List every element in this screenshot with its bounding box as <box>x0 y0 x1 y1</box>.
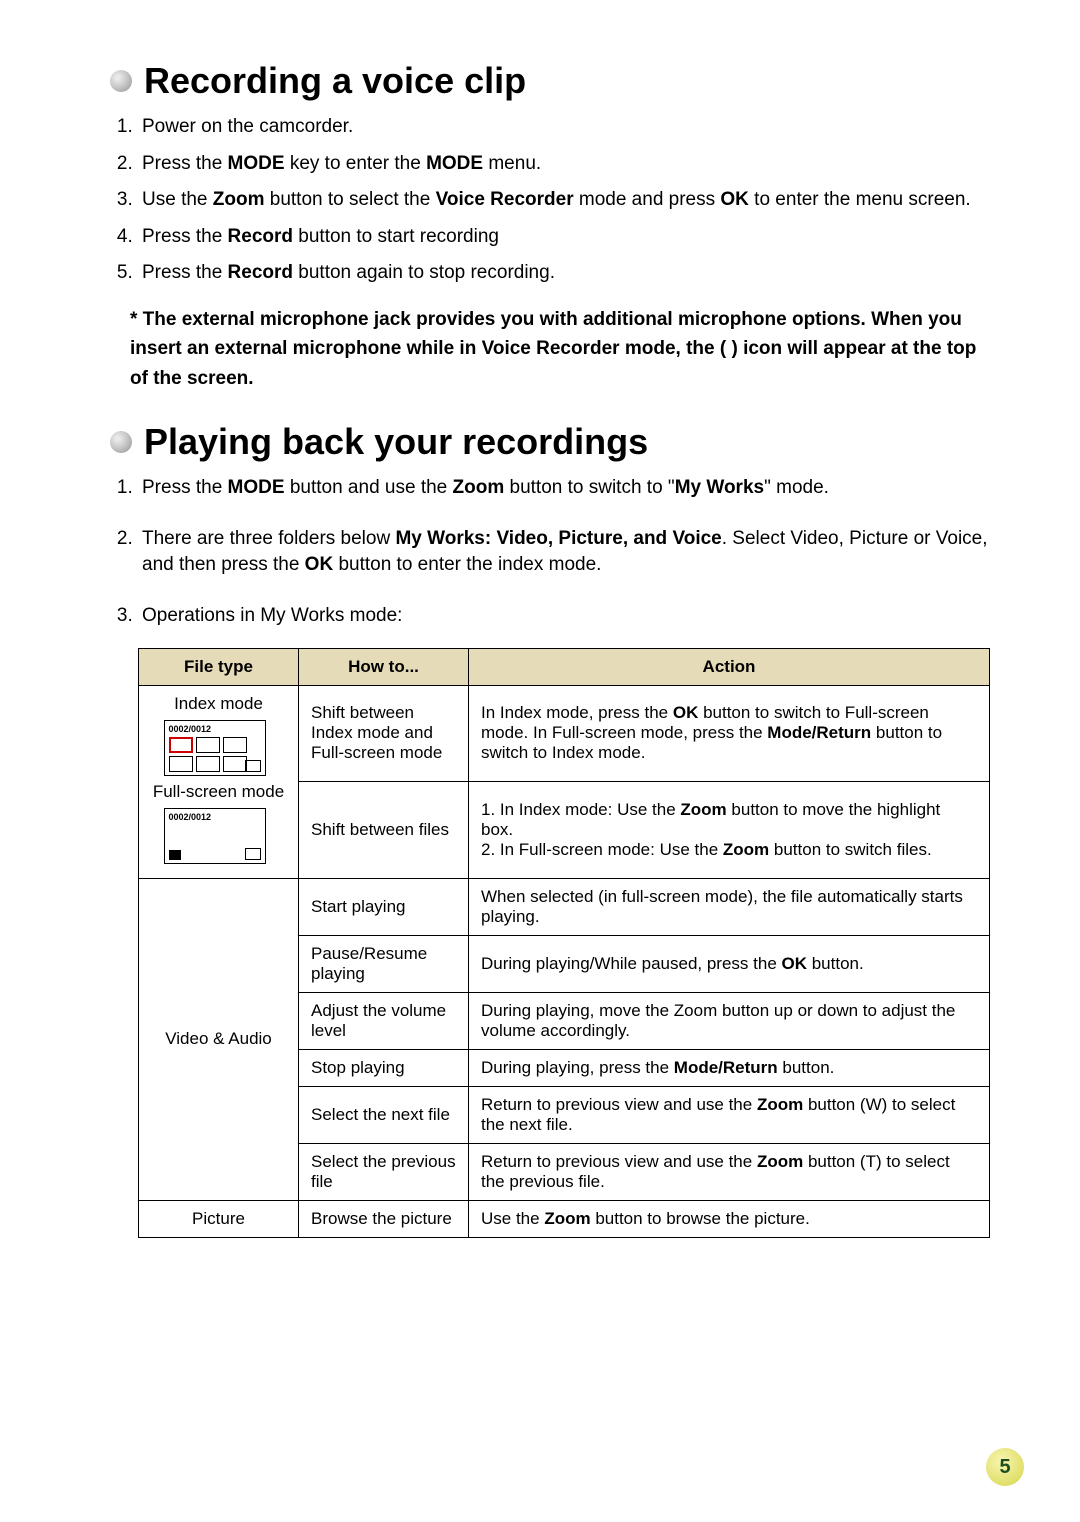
step: Press the Record button to start recordi… <box>138 224 990 251</box>
table-header-row: File type How to... Action <box>139 648 990 685</box>
cell-action: During playing/While paused, press the O… <box>469 935 990 992</box>
bullet-icon <box>110 70 132 92</box>
index-mode-thumbnail: 0002/0012 <box>164 720 274 776</box>
col-howto: How to... <box>299 648 469 685</box>
cell-action: Return to previous view and use the Zoom… <box>469 1143 990 1200</box>
counter: 0002/0012 <box>169 812 212 822</box>
step: Operations in My Works mode: <box>138 603 990 630</box>
cell-action: 1. In Index mode: Use the Zoom button to… <box>469 782 990 879</box>
step: Press the Record button again to stop re… <box>138 260 990 287</box>
playback-steps: Press the MODE button and use the Zoom b… <box>110 475 990 629</box>
cell-howto: Adjust the volume level <box>299 992 469 1049</box>
note-external-mic: * The external microphone jack provides … <box>130 305 990 393</box>
cell-action: Return to previous view and use the Zoom… <box>469 1086 990 1143</box>
table-row: Index mode 0002/0012 <box>139 685 990 782</box>
cell-action: When selected (in full-screen mode), the… <box>469 878 990 935</box>
table-row: Picture Browse the picture Use the Zoom … <box>139 1200 990 1237</box>
cell-howto: Stop playing <box>299 1049 469 1086</box>
bullet-icon <box>110 431 132 453</box>
cell-action: During playing, move the Zoom button up … <box>469 992 990 1049</box>
recording-steps: Power on the camcorder. Press the MODE k… <box>110 114 990 287</box>
heading-playback: Playing back your recordings <box>110 421 990 463</box>
col-filetype: File type <box>139 648 299 685</box>
heading-recording-text: Recording a voice clip <box>144 60 526 102</box>
step: Press the MODE key to enter the MODE men… <box>138 151 990 178</box>
cell-filetype-videoaudio: Video & Audio <box>139 878 299 1200</box>
page-number-value: 5 <box>999 1456 1010 1479</box>
heading-recording: Recording a voice clip <box>110 60 990 102</box>
fullscreen-mode-thumbnail: 0002/0012 <box>164 808 274 864</box>
step: There are three folders below My Works: … <box>138 526 990 579</box>
page-number: 5 <box>986 1448 1024 1486</box>
step: Power on the camcorder. <box>138 114 990 141</box>
cell-howto: Browse the picture <box>299 1200 469 1237</box>
cell-filetype-picture: Picture <box>139 1200 299 1237</box>
step: Press the MODE button and use the Zoom b… <box>138 475 990 502</box>
table-row: Video & Audio Start playing When selecte… <box>139 878 990 935</box>
col-action: Action <box>469 648 990 685</box>
cell-howto: Pause/Resume playing <box>299 935 469 992</box>
cell-howto: Shift between Index mode and Full-screen… <box>299 685 469 782</box>
fullscreen-mode-label: Full-screen mode <box>151 782 286 802</box>
index-mode-label: Index mode <box>151 694 286 714</box>
cell-filetype-modes: Index mode 0002/0012 <box>139 685 299 878</box>
cell-action: Use the Zoom button to browse the pictur… <box>469 1200 990 1237</box>
cell-howto: Start playing <box>299 878 469 935</box>
heading-playback-text: Playing back your recordings <box>144 421 648 463</box>
cell-howto: Shift between files <box>299 782 469 879</box>
counter: 0002/0012 <box>169 724 212 734</box>
cell-action: In Index mode, press the OK button to sw… <box>469 685 990 782</box>
document-page: Recording a voice clip Power on the camc… <box>0 0 1080 1522</box>
cell-action: During playing, press the Mode/Return bu… <box>469 1049 990 1086</box>
cell-howto: Select the next file <box>299 1086 469 1143</box>
thumbnail-cell <box>169 737 193 753</box>
step: Use the Zoom button to select the Voice … <box>138 187 990 214</box>
operations-table: File type How to... Action Index mode 00… <box>138 648 990 1238</box>
cell-howto: Select the previous file <box>299 1143 469 1200</box>
